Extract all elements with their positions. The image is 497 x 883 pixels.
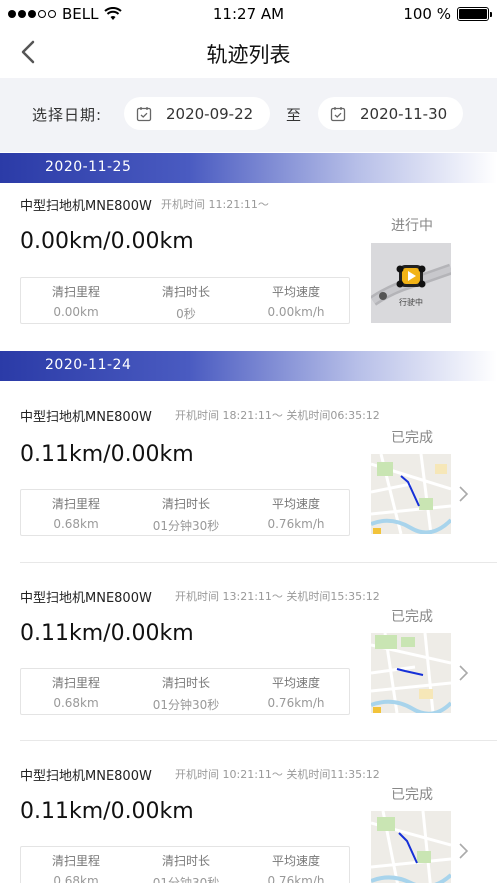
- stat-value: 0.00km/h: [267, 305, 325, 319]
- stat-label: 清扫里程: [51, 854, 100, 868]
- calendar-icon: [330, 106, 346, 121]
- stat-value: 0秒: [176, 307, 196, 321]
- route-map-image: [371, 633, 451, 713]
- status-label: 已完成: [391, 430, 433, 446]
- battery-percent: 100 %: [403, 5, 451, 23]
- chevron-right-icon[interactable]: [456, 841, 470, 861]
- stat-value: 0.68km: [53, 517, 99, 531]
- start-date-picker[interactable]: 2020-09-22: [124, 97, 270, 130]
- group-date: 2020-11-24: [45, 357, 132, 373]
- group-date: 2020-11-25: [45, 159, 132, 175]
- stat-value: 01分钟30秒: [152, 519, 220, 533]
- nav-bar: 轨迹列表: [0, 28, 497, 76]
- stat-duration: 清扫时长 01分钟30秒: [131, 674, 241, 713]
- end-date-value: 2020-11-30: [360, 104, 448, 123]
- device-name: 中型扫地机MNE800W: [20, 410, 152, 425]
- stat-label: 平均速度: [271, 497, 320, 511]
- route-map-image: [371, 811, 451, 883]
- stat-duration: 清扫时长 01分钟30秒: [131, 852, 241, 883]
- page-title: 轨迹列表: [206, 43, 291, 67]
- stat-duration: 清扫时长 0秒: [131, 283, 241, 322]
- stat-value: 0.00km: [53, 305, 99, 319]
- stat-value: 0.76km/h: [267, 874, 325, 883]
- stat-label: 平均速度: [271, 854, 320, 868]
- live-map-thumbnail[interactable]: 行驶中: [371, 243, 451, 323]
- date-range-separator: 至: [286, 106, 302, 124]
- stat-distance: 清扫里程 0.68km: [21, 495, 131, 531]
- route-map-image: [371, 454, 451, 534]
- status-label: 进行中: [391, 218, 433, 234]
- stats-box: 清扫里程 0.00km 清扫时长 0秒 平均速度 0.00km/h: [20, 277, 350, 324]
- distance-total: 0.11km/0.00km: [20, 799, 194, 824]
- stat-label: 清扫时长: [161, 497, 210, 511]
- stat-distance: 清扫里程 0.68km: [21, 852, 131, 883]
- map-thumbnail[interactable]: [371, 454, 451, 534]
- stats-box: 清扫里程 0.68km 清扫时长 01分钟30秒 平均速度 0.76km/h: [20, 668, 350, 715]
- run-time: 开机时间 10:21:11～ 关机时间11:35:12: [175, 768, 380, 781]
- device-name: 中型扫地机MNE800W: [20, 199, 152, 214]
- date-group-header: 2020-11-25: [0, 153, 497, 183]
- stat-label: 清扫时长: [161, 854, 210, 868]
- stat-label: 平均速度: [271, 676, 320, 690]
- status-bar: BELL 11:27 AM 100 %: [0, 0, 497, 28]
- status-label: 已完成: [391, 609, 433, 625]
- stat-speed: 平均速度 0.76km/h: [241, 495, 351, 531]
- device-name: 中型扫地机MNE800W: [20, 591, 152, 606]
- date-group-header: 2020-11-24: [0, 351, 497, 381]
- calendar-icon: [136, 106, 152, 121]
- stat-duration: 清扫时长 01分钟30秒: [131, 495, 241, 534]
- stat-label: 清扫里程: [51, 676, 100, 690]
- battery-icon: [457, 7, 492, 21]
- distance-total: 0.11km/0.00km: [20, 442, 194, 467]
- date-filter-label: 选择日期:: [32, 106, 103, 124]
- run-time: 开机时间 11:21:11～: [161, 198, 269, 211]
- stat-label: 清扫时长: [161, 676, 210, 690]
- date-filter: 选择日期: 2020-09-22 至 2020-11-30: [0, 78, 497, 152]
- stat-distance: 清扫里程 0.68km: [21, 674, 131, 710]
- track-record[interactable]: 中型扫地机MNE800W 开机时间 18:21:11～ 关机时间06:35:12…: [0, 381, 497, 563]
- stat-value: 0.76km/h: [267, 517, 325, 531]
- stat-value: 01分钟30秒: [152, 698, 220, 712]
- live-map-image: [371, 263, 451, 306]
- stat-value: 01分钟30秒: [152, 876, 220, 883]
- map-thumbnail[interactable]: [371, 811, 451, 883]
- stat-speed: 平均速度 0.00km/h: [241, 283, 351, 319]
- thumb-badge: 行驶中: [399, 298, 423, 307]
- distance-total: 0.00km/0.00km: [20, 229, 194, 254]
- run-time: 开机时间 13:21:11～ 关机时间15:35:12: [175, 590, 380, 603]
- track-record[interactable]: 中型扫地机MNE800W 开机时间 13:21:11～ 关机时间15:35:12…: [0, 563, 497, 741]
- stat-distance: 清扫里程 0.00km: [21, 283, 131, 319]
- stats-box: 清扫里程 0.68km 清扫时长 01分钟30秒 平均速度 0.76km/h: [20, 846, 350, 883]
- track-record[interactable]: 中型扫地机MNE800W 开机时间 11:21:11～ 0.00km/0.00k…: [0, 183, 497, 350]
- map-thumbnail[interactable]: [371, 633, 451, 713]
- stat-label: 清扫时长: [161, 285, 210, 299]
- stat-label: 清扫里程: [51, 285, 100, 299]
- stat-label: 平均速度: [271, 285, 320, 299]
- run-time: 开机时间 18:21:11～ 关机时间06:35:12: [175, 409, 380, 422]
- stat-speed: 平均速度 0.76km/h: [241, 852, 351, 883]
- device-name: 中型扫地机MNE800W: [20, 769, 152, 784]
- start-date-value: 2020-09-22: [166, 104, 254, 123]
- chevron-right-icon[interactable]: [456, 663, 470, 683]
- stats-box: 清扫里程 0.68km 清扫时长 01分钟30秒 平均速度 0.76km/h: [20, 489, 350, 536]
- end-date-picker[interactable]: 2020-11-30: [318, 97, 463, 130]
- stat-value: 0.68km: [53, 874, 99, 883]
- stat-label: 清扫里程: [51, 497, 100, 511]
- track-record[interactable]: 中型扫地机MNE800W 开机时间 10:21:11～ 关机时间11:35:12…: [0, 741, 497, 883]
- stat-value: 0.76km/h: [267, 696, 325, 710]
- stat-value: 0.68km: [53, 696, 99, 710]
- distance-total: 0.11km/0.00km: [20, 621, 194, 646]
- stat-speed: 平均速度 0.76km/h: [241, 674, 351, 710]
- chevron-right-icon[interactable]: [456, 484, 470, 504]
- status-label: 已完成: [391, 787, 433, 803]
